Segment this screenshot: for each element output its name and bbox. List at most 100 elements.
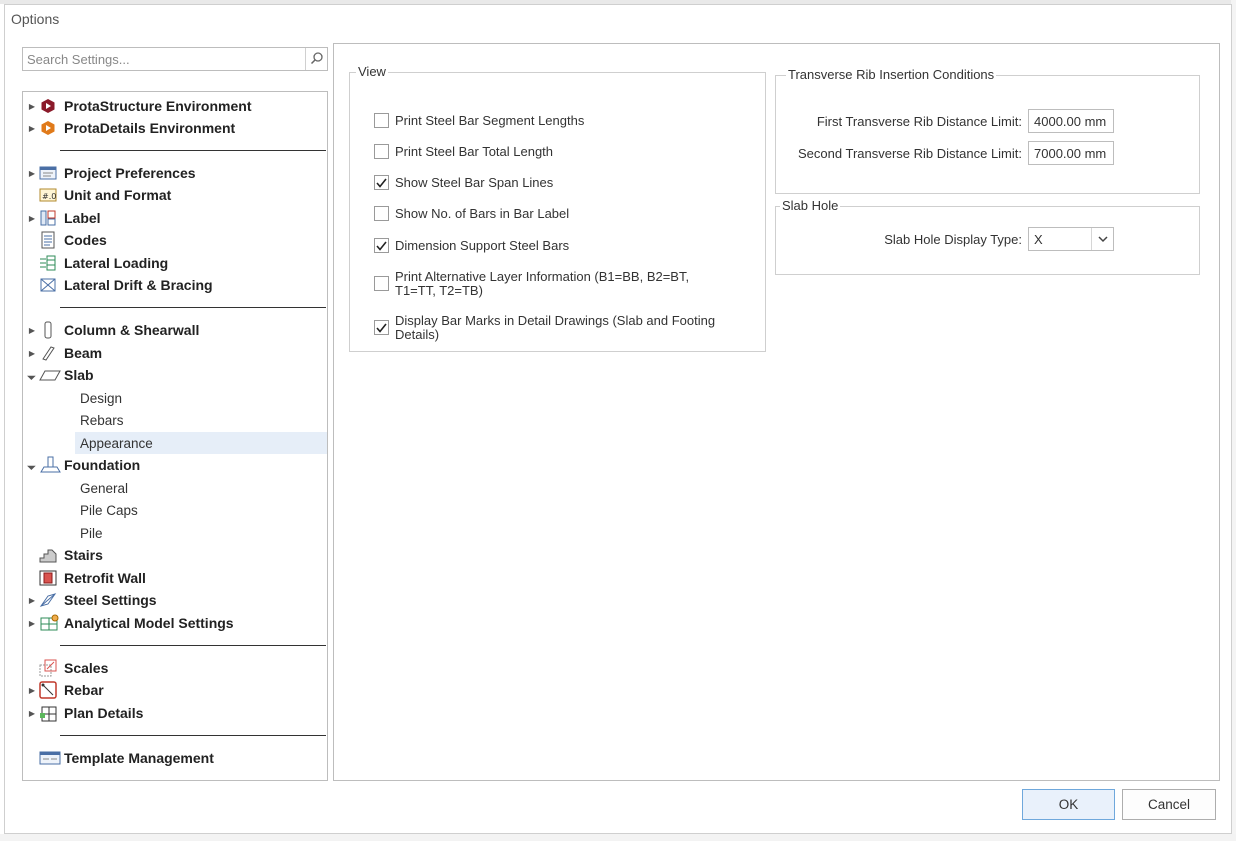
checkbox[interactable] <box>374 144 389 159</box>
tree-item-label: ProtaDetails Environment <box>64 120 236 136</box>
tree-item-label: Scales <box>64 660 109 676</box>
tree-item-foundation-general[interactable]: General <box>23 477 327 499</box>
option-label: Show Steel Bar Span Lines <box>395 175 554 190</box>
option-show-no-of-bars[interactable]: Show No. of Bars in Bar Label <box>374 206 569 221</box>
second-rib-distance-field[interactable]: 7000.00 mm <box>1028 141 1114 165</box>
project-preferences-icon <box>39 164 57 182</box>
option-print-alternative-layer[interactable]: Print Alternative Layer Information (B1=… <box>374 270 734 298</box>
tree-item-label: Retrofit Wall <box>64 570 146 586</box>
option-print-segment-lengths[interactable]: Print Steel Bar Segment Lengths <box>374 113 584 128</box>
tree-item-analytical-model-settings[interactable]: ▶ Analytical Model Settings <box>23 612 327 634</box>
option-label: Print Alternative Layer Information (B1=… <box>395 269 690 298</box>
view-group-title: View <box>356 64 388 79</box>
tree-item-foundation-pile-caps[interactable]: Pile Caps <box>23 499 327 521</box>
collapse-arrow-icon[interactable]: ◢ <box>25 458 39 472</box>
checkbox-checked[interactable] <box>374 320 389 335</box>
checkbox[interactable] <box>374 113 389 128</box>
unit-format-icon: #.0 <box>39 186 57 204</box>
search-settings-input[interactable] <box>23 48 306 70</box>
tree-item-foundation[interactable]: ◢ Foundation <box>23 454 327 476</box>
tree-separator <box>60 645 326 646</box>
collapse-arrow-icon[interactable]: ◢ <box>25 368 39 382</box>
tree-item-slab-rebars[interactable]: Rebars <box>23 409 327 431</box>
tree-item-label: Steel Settings <box>64 592 157 608</box>
tree-item-slab-appearance[interactable]: Appearance <box>75 432 327 454</box>
tree-item-label: Pile <box>80 525 103 541</box>
tree-item-beam[interactable]: ▶ Beam <box>23 342 327 364</box>
foundation-icon <box>39 456 61 474</box>
expand-arrow-icon[interactable]: ▶ <box>27 168 37 178</box>
tree-item-label: Lateral Loading <box>64 255 169 271</box>
plan-details-icon <box>39 704 57 722</box>
tree-item-codes[interactable]: Codes <box>23 229 327 251</box>
checkmark-icon <box>376 323 387 333</box>
slab-hole-group-title: Slab Hole <box>780 198 841 213</box>
option-label: Print Steel Bar Total Length <box>395 144 554 159</box>
option-print-total-length[interactable]: Print Steel Bar Total Length <box>374 144 553 159</box>
analytical-model-icon <box>39 614 61 632</box>
expand-arrow-icon[interactable]: ▶ <box>27 348 37 358</box>
transverse-rib-group-title: Transverse Rib Insertion Conditions <box>786 67 997 82</box>
expand-arrow-icon[interactable]: ▶ <box>27 595 37 605</box>
slab-icon <box>39 366 61 384</box>
option-dimension-support-bars[interactable]: Dimension Support Steel Bars <box>374 238 569 253</box>
settings-navigation-panel: ▶ ProtaStructure Environment ▶ ProtaDeta… <box>22 47 328 781</box>
tree-item-retrofit-wall[interactable]: Retrofit Wall <box>23 567 327 589</box>
tree-item-label: Pile Caps <box>80 502 138 518</box>
tree-item-project-preferences[interactable]: ▶ Project Preferences <box>23 162 327 184</box>
tree-item-rebar[interactable]: ▶ Rebar <box>23 679 327 701</box>
option-label: Print Steel Bar Segment Lengths <box>395 113 585 128</box>
first-rib-distance-label: First Transverse Rib Distance Limit: <box>816 114 1022 129</box>
tree-item-label: Label <box>64 210 101 226</box>
expand-arrow-icon[interactable]: ▶ <box>27 213 37 223</box>
option-label: Display Bar Marks in Detail Drawings (Sl… <box>395 313 716 342</box>
protadetails-icon <box>39 119 57 137</box>
cancel-button[interactable]: Cancel <box>1122 789 1216 820</box>
stairs-icon <box>39 546 57 564</box>
second-rib-distance-label: Second Transverse Rib Distance Limit: <box>798 146 1022 161</box>
options-dialog: Options ▶ ProtaStructure Environment ▶ <box>4 4 1232 834</box>
expand-arrow-icon[interactable]: ▶ <box>27 101 37 111</box>
tree-item-plan-details[interactable]: ▶ Plan Details <box>23 702 327 724</box>
search-button[interactable] <box>305 48 327 70</box>
tree-item-stairs[interactable]: Stairs <box>23 544 327 566</box>
ok-button[interactable]: OK <box>1022 789 1115 820</box>
dropdown-button[interactable] <box>1091 228 1113 250</box>
expand-arrow-icon[interactable]: ▶ <box>27 685 37 695</box>
tree-item-column-shearwall[interactable]: ▶ Column & Shearwall <box>23 319 327 341</box>
expand-arrow-icon[interactable]: ▶ <box>27 708 37 718</box>
option-display-bar-marks[interactable]: Display Bar Marks in Detail Drawings (Sl… <box>374 314 734 342</box>
first-rib-distance-field[interactable]: 4000.00 mm <box>1028 109 1114 133</box>
slab-hole-display-type-select[interactable]: X <box>1028 227 1114 251</box>
rebar-icon <box>39 681 57 699</box>
tree-item-slab[interactable]: ◢ Slab <box>23 364 327 386</box>
option-show-span-lines[interactable]: Show Steel Bar Span Lines <box>374 175 553 190</box>
tree-item-template-management[interactable]: Template Management <box>23 747 327 769</box>
expand-arrow-icon[interactable]: ▶ <box>27 325 37 335</box>
expand-arrow-icon[interactable]: ▶ <box>27 123 37 133</box>
column-icon <box>39 321 57 339</box>
tree-item-foundation-pile[interactable]: Pile <box>23 522 327 544</box>
steel-settings-icon <box>39 591 57 609</box>
checkbox-checked[interactable] <box>374 175 389 190</box>
protastructure-icon <box>39 97 57 115</box>
tree-item-protastructure-environment[interactable]: ▶ ProtaStructure Environment <box>23 95 327 117</box>
option-label: Show No. of Bars in Bar Label <box>395 206 570 221</box>
tree-item-slab-design[interactable]: Design <box>23 387 327 409</box>
checkbox[interactable] <box>374 276 389 291</box>
expand-arrow-icon[interactable]: ▶ <box>27 618 37 628</box>
scales-icon <box>39 659 57 677</box>
template-management-icon <box>39 749 61 767</box>
tree-item-label: Plan Details <box>64 705 144 721</box>
tree-item-lateral-loading[interactable]: Lateral Loading <box>23 252 327 274</box>
checkbox[interactable] <box>374 206 389 221</box>
tree-item-unit-and-format[interactable]: #.0 Unit and Format <box>23 184 327 206</box>
tree-item-label[interactable]: ▶ Label <box>23 207 327 229</box>
tree-item-scales[interactable]: Scales <box>23 657 327 679</box>
tree-item-lateral-drift-bracing[interactable]: Lateral Drift & Bracing <box>23 274 327 296</box>
tree-item-label: Rebars <box>80 412 124 428</box>
tree-item-steel-settings[interactable]: ▶ Steel Settings <box>23 589 327 611</box>
tree-item-protadetails-environment[interactable]: ▶ ProtaDetails Environment <box>23 117 327 139</box>
checkbox-checked[interactable] <box>374 238 389 253</box>
svg-text:#.0: #.0 <box>42 192 56 201</box>
